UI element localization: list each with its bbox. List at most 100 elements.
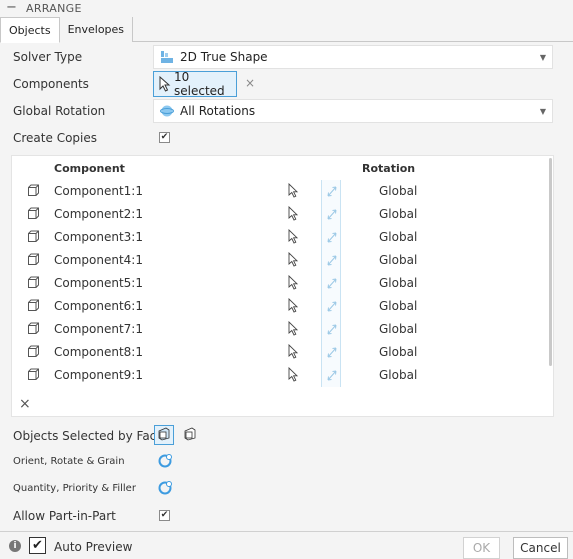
ok-button[interactable]: OK [463,537,500,559]
objects-selected-by-face-label: Objects Selected by Face [13,429,164,443]
cursor-arrow-icon[interactable] [286,182,300,198]
components-label: Components [13,77,89,91]
cursor-arrow-icon[interactable] [286,320,300,336]
rotation-value: Global [379,184,418,198]
rotation-value: Global [379,322,418,336]
body-select-icon [183,427,197,444]
component-cube-icon [27,253,40,266]
rotation-arrows-icon [327,324,337,335]
rotation-value: Global [379,368,418,382]
rotation-arrows-icon [327,347,337,358]
solver-type-dropdown[interactable]: 2D True Shape ▼ [153,45,553,69]
rotation-value: Global [379,299,418,313]
delete-row-icon[interactable]: × [19,396,31,412]
cursor-arrow-icon[interactable] [286,228,300,244]
rotation-arrows-icon [327,255,337,266]
chevron-down-icon: ▼ [539,53,546,62]
cursor-arrow-icon[interactable] [286,343,300,359]
component-name: Component6:1 [54,299,143,313]
quantity-priority-filler-label: Quantity, Priority & Filler [13,483,136,494]
component-name: Component2:1 [54,207,143,221]
rotation-toggle-button[interactable] [321,318,341,341]
component-cube-icon [27,230,40,243]
cursor-arrow-icon[interactable] [286,297,300,313]
rotation-toggle-button[interactable] [321,203,341,226]
table-row[interactable]: Component1:1 Global [12,180,547,203]
rotation-toggle-button[interactable] [321,295,341,318]
table-row[interactable]: Component9:1 Global [12,364,547,387]
rotation-arrows-icon [327,209,337,220]
cursor-arrow-icon[interactable] [286,366,300,382]
rotation-arrows-icon [327,186,337,197]
panel-header[interactable]: − ARRANGE [0,0,573,16]
component-cube-icon [27,322,40,335]
column-header-rotation: Rotation [362,162,416,175]
cursor-arrow-icon[interactable] [286,251,300,267]
collapse-icon[interactable]: − [6,1,17,14]
rotation-toggle-button[interactable] [321,341,341,364]
rotation-toggle-button[interactable] [321,272,341,295]
table-header: Component Rotation [12,162,553,178]
column-header-component: Component [54,162,125,175]
components-table: Component Rotation Component1:1 Global Com… [11,155,554,417]
rotation-toggle-button[interactable] [321,226,341,249]
create-copies-checkbox[interactable]: ✔ [159,132,170,143]
cursor-arrow-icon [158,75,172,92]
rotation-arrows-icon [327,301,337,312]
component-name: Component1:1 [54,184,143,198]
tab-objects[interactable]: Objects [0,17,60,43]
allow-part-in-part-checkbox[interactable]: ✔ [159,510,170,521]
components-selection[interactable]: 10 selected [153,70,237,98]
table-row[interactable]: Component8:1 Global [12,341,547,364]
component-cube-icon [27,368,40,381]
rotation-toggle-button[interactable] [321,364,341,387]
table-row[interactable]: Component2:1 Global [12,203,547,226]
table-row[interactable]: Component7:1 Global [12,318,547,341]
face-select-icon [157,427,171,444]
true-shape-icon [160,50,174,64]
component-name: Component8:1 [54,345,143,359]
solver-type-label: Solver Type [13,50,83,64]
dialog-footer: i ✔ Auto Preview OK Cancel [0,531,573,559]
component-name: Component9:1 [54,368,143,382]
info-icon[interactable]: i [9,540,21,552]
rotation-value: Global [379,207,418,221]
table-row[interactable]: Component4:1 Global [12,249,547,272]
rotation-toggle-button[interactable] [321,180,341,203]
rotation-value: Global [379,253,418,267]
global-rotation-value: All Rotations [180,104,256,118]
quantity-priority-filler-button[interactable] [155,479,175,499]
allow-part-in-part-label: Allow Part-in-Part [13,509,116,523]
component-cube-icon [27,345,40,358]
table-row[interactable]: Component6:1 Global [12,295,547,318]
auto-preview-checkbox[interactable]: ✔ [29,537,46,554]
table-row[interactable]: Component5:1 Global [12,272,547,295]
component-name: Component4:1 [54,253,143,267]
table-scrollbar[interactable] [549,158,552,366]
global-rotation-label: Global Rotation [13,104,106,118]
orient-rotate-grain-label: Orient, Rotate & Grain [13,456,125,467]
tab-envelopes[interactable]: Envelopes [59,17,134,42]
create-copies-label: Create Copies [13,131,97,145]
cursor-arrow-icon[interactable] [286,205,300,221]
rotation-toggle-button[interactable] [321,249,341,272]
chevron-down-icon: ▼ [539,107,546,116]
cancel-button[interactable]: Cancel [513,537,568,559]
rotation-arrows-icon [327,232,337,243]
rotation-value: Global [379,276,418,290]
component-cube-icon [27,184,40,197]
component-cube-icon [27,207,40,220]
component-cube-icon [27,276,40,289]
table-row[interactable]: Component3:1 Global [12,226,547,249]
select-by-body-button[interactable] [180,425,200,445]
select-by-face-on-button[interactable] [154,425,174,445]
panel-title: ARRANGE [26,1,82,15]
settings-cycle-icon [157,480,173,499]
rotation-value: Global [379,345,418,359]
global-rotation-dropdown[interactable]: All Rotations ▼ [153,99,553,123]
orient-rotate-grain-button[interactable] [155,452,175,472]
component-name: Component7:1 [54,322,143,336]
cursor-arrow-icon[interactable] [286,274,300,290]
auto-preview-label: Auto Preview [54,540,133,554]
clear-selection-icon[interactable]: × [245,76,255,90]
